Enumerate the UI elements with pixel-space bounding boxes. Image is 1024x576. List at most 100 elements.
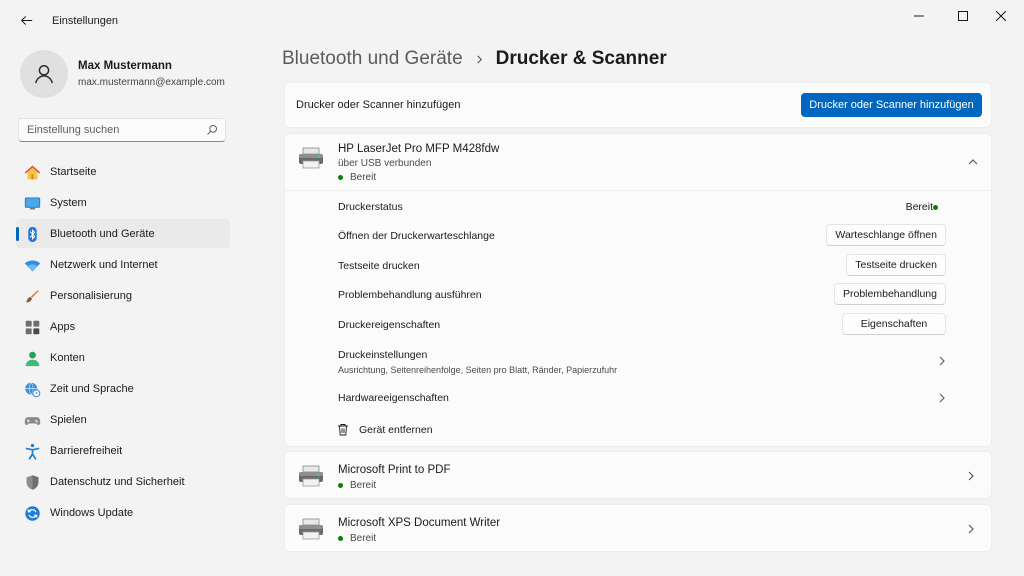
sidebar-item-windows-update[interactable]: Windows Update: [16, 498, 230, 527]
accessibility-icon: [23, 442, 41, 460]
sidebar-item-apps[interactable]: Apps: [16, 312, 230, 341]
remove-device-label: Gerät entfernen: [359, 423, 433, 436]
breadcrumb-parent[interactable]: Bluetooth und Geräte: [282, 48, 463, 70]
sidebar-item-zeit-sprache[interactable]: Zeit und Sprache: [16, 374, 230, 403]
minimize-button[interactable]: [902, 4, 936, 28]
trash-icon: [338, 424, 348, 436]
sidebar-item-label: Bluetooth und Geräte: [50, 227, 155, 240]
wifi-icon: [23, 256, 41, 274]
minimize-icon: [914, 15, 924, 17]
sidebar-item-label: Spielen: [50, 413, 87, 426]
status-dot: [338, 536, 343, 541]
add-device-button[interactable]: Drucker oder Scanner hinzufügen: [801, 93, 982, 117]
bluetooth-icon: [23, 225, 41, 243]
printer-name: Microsoft XPS Document Writer: [338, 517, 501, 529]
chevron-up-icon[interactable]: [967, 156, 979, 168]
page-title: Drucker & Scanner: [495, 48, 667, 69]
maximize-icon: [958, 11, 968, 21]
account-icon: [23, 349, 41, 367]
sidebar-item-personalisierung[interactable]: Personalisierung: [16, 281, 230, 310]
close-button[interactable]: [984, 4, 1018, 28]
printer-connection: über USB verbunden: [338, 158, 432, 169]
status-dot: [338, 175, 343, 180]
detail-label: Druckereigenschaften: [338, 319, 441, 331]
detail-row-properties: Druckereigenschaften Eigenschaften: [285, 310, 991, 339]
sidebar-item-label: System: [50, 196, 87, 209]
sidebar-item-label: Netzwerk und Internet: [50, 258, 158, 271]
chevron-right-icon: [939, 393, 945, 403]
detail-label: Problembehandlung ausführen: [338, 289, 482, 301]
profile-email: max.mustermann@example.com: [78, 77, 225, 88]
search-icon[interactable]: [206, 124, 218, 136]
home-icon: [23, 163, 41, 181]
person-icon: [35, 65, 53, 84]
close-icon: [996, 11, 1006, 21]
detail-row-queue: Öffnen der Druckerwarteschlange Wartesch…: [285, 221, 991, 250]
add-device-label: Drucker oder Scanner hinzufügen: [296, 99, 461, 111]
open-queue-button[interactable]: Warteschlange öffnen: [826, 224, 946, 246]
status-dot: [338, 483, 343, 488]
printer-name: HP LaserJet Pro MFP M428fdw: [338, 143, 500, 155]
troubleshoot-button[interactable]: Problembehandlung: [834, 283, 946, 305]
chevron-right-icon: [475, 54, 484, 64]
properties-button[interactable]: Eigenschaften: [842, 313, 946, 335]
sidebar-item-label: Personalisierung: [50, 289, 132, 302]
print-testpage-button[interactable]: Testseite drucken: [846, 254, 946, 276]
printer-status: Bereit: [338, 533, 376, 544]
sidebar-item-datenschutz[interactable]: Datenschutz und Sicherheit: [16, 467, 230, 496]
printer-name: Microsoft Print to PDF: [338, 464, 451, 476]
sidebar-nav: Startseite System Bluetooth und Geräte N…: [16, 157, 230, 529]
printer-icon: [299, 465, 323, 487]
chevron-right-icon: [968, 471, 974, 481]
detail-row-preferences[interactable]: Druckeinstellungen Ausrichtung, Seitenre…: [285, 340, 991, 380]
sidebar-item-startseite[interactable]: Startseite: [16, 157, 230, 186]
app-title: Einstellungen: [52, 15, 119, 27]
monitor-icon: [23, 194, 41, 212]
detail-row-status: Druckerstatus Bereit: [285, 192, 991, 221]
detail-label: Hardwareeigenschaften: [338, 392, 449, 404]
profile-name: Max Mustermann: [78, 60, 172, 72]
apps-icon: [23, 318, 41, 336]
detail-row-troubleshoot: Problembehandlung ausführen Problembehan…: [285, 280, 991, 309]
user-profile[interactable]: Max Mustermann max.mustermann@example.co…: [18, 50, 238, 100]
status-text: Bereit: [350, 172, 377, 183]
printer-card-pdf[interactable]: Microsoft Print to PDF Bereit: [284, 451, 992, 499]
arrow-left-icon: [20, 15, 32, 25]
sidebar-item-label: Windows Update: [50, 506, 134, 519]
sidebar-item-label: Konten: [50, 351, 85, 364]
sidebar-item-netzwerk[interactable]: Netzwerk und Internet: [16, 250, 230, 279]
sidebar-item-label: Datenschutz und Sicherheit: [50, 475, 185, 488]
printer-status: Bereit: [338, 172, 376, 183]
detail-status-value: Bereit: [905, 201, 933, 213]
breadcrumb: Bluetooth und Geräte Drucker & Scanner: [282, 46, 667, 72]
sidebar-item-label: Startseite: [50, 165, 97, 178]
remove-device-button[interactable]: Gerät entfernen: [337, 423, 433, 436]
back-button[interactable]: [14, 8, 38, 32]
status-dot: [933, 205, 938, 210]
detail-label: Öffnen der Druckerwarteschlange: [338, 230, 495, 242]
sidebar-item-bluetooth[interactable]: Bluetooth und Geräte: [16, 219, 230, 248]
printer-status: Bereit: [338, 480, 376, 491]
detail-row-hardware[interactable]: Hardwareeigenschaften: [285, 383, 991, 412]
gamepad-icon: [23, 411, 41, 429]
avatar: [20, 50, 68, 98]
detail-sublabel: Ausrichtung, Seitenreihenfolge, Seiten p…: [338, 365, 618, 375]
shield-icon: [23, 473, 41, 491]
sidebar-item-konten[interactable]: Konten: [16, 343, 230, 372]
maximize-button[interactable]: [946, 4, 980, 28]
status-text: Bereit: [350, 533, 377, 544]
update-icon: [23, 504, 41, 522]
sidebar-item-spielen[interactable]: Spielen: [16, 405, 230, 434]
search-input[interactable]: [19, 119, 199, 141]
sidebar-item-barrierefreiheit[interactable]: Barrierefreiheit: [16, 436, 230, 465]
chevron-right-icon: [968, 524, 974, 534]
printer-icon: [299, 518, 323, 540]
add-device-card: Drucker oder Scanner hinzufügen Drucker …: [284, 82, 992, 128]
printer-card-xps[interactable]: Microsoft XPS Document Writer Bereit: [284, 504, 992, 552]
printer-header[interactable]: HP LaserJet Pro MFP M428fdw über USB ver…: [285, 134, 991, 191]
search-box: [18, 118, 226, 142]
detail-label: Druckeinstellungen: [338, 349, 428, 361]
sidebar-item-system[interactable]: System: [16, 188, 230, 217]
globe-clock-icon: [23, 380, 41, 398]
detail-label: Testseite drucken: [338, 260, 420, 272]
